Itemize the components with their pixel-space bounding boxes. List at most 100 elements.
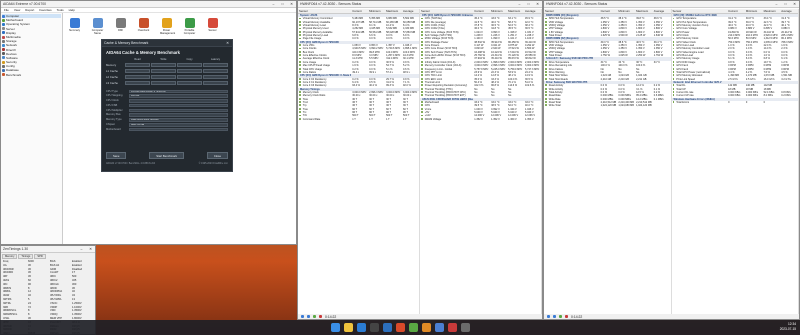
column-header[interactable]: Minimum [745,9,763,13]
column-header[interactable]: Sensor [544,9,600,13]
reset-icon[interactable] [565,315,568,318]
close-icon[interactable]: ✕ [792,2,797,6]
category-tile[interactable]: DMI [114,18,127,35]
sensor-status-icon [421,20,423,23]
category-tile[interactable]: Overclock [137,18,150,35]
category-icon [207,18,218,28]
minimize-icon[interactable]: – [79,247,84,251]
column-header[interactable]: Minimum [368,9,385,13]
close-icon[interactable]: ✕ [289,2,294,6]
sensor-value: 1.625 W [600,34,610,38]
column-header[interactable]: Minimum [490,9,507,13]
tab-spd[interactable]: SPD [34,254,46,259]
sensor-status-icon [545,40,547,43]
sensor-row[interactable]: Total Errors 0 0 0 [672,101,799,104]
sensor-value: 57.4 x [386,70,393,74]
sensor-value: 1.500 W [618,34,628,38]
sensor-status-icon [299,77,301,80]
menu-item[interactable]: File [4,8,9,12]
maximize-icon[interactable]: □ [783,2,788,6]
sensor-row[interactable]: DRAM Voltage 1.352 V 1.352 V 1.360 V 1.353 V [420,118,541,121]
category-label: Power Management [160,29,176,35]
sensor-status-icon [421,84,423,87]
close-button[interactable]: Close [206,152,228,159]
column-header[interactable]: Average [780,9,798,13]
taskbar-app-icon[interactable] [343,323,353,332]
menu-item[interactable]: Favorites [39,8,51,12]
sensor-row[interactable]: Command Rate 1 T 1 T 1 T 1 T [298,118,419,121]
tree-item[interactable]: Benchmark [2,73,61,77]
start-benchmark-button[interactable]: Start Benchmark [149,152,185,159]
column-header[interactable]: Sensor [420,9,473,13]
zentimings-titlebar: ZenTimings 1.30 – ✕ [1,246,95,253]
tab-memory[interactable]: Memory [2,254,18,259]
tab-timings[interactable]: Timings [18,254,34,259]
sensor-value: 0.000 KB/s [728,94,741,98]
sensor-row[interactable]: Write Total 1,024,120 MB 1,024,080 MB 1,024… [544,104,671,107]
column-header[interactable]: Sensor [298,9,351,13]
column-header[interactable]: Current [351,9,368,13]
minimize-icon[interactable]: – [271,2,276,6]
taskbar-app-icon[interactable] [460,323,470,332]
save-button[interactable]: Save [106,152,127,159]
menu-item[interactable]: Tools [57,8,64,12]
sensor-status-icon [299,81,301,83]
column-header[interactable]: Sensor [672,9,728,13]
clock-date[interactable]: 2023-07-15 [780,327,796,332]
column-header[interactable]: Current [600,9,618,13]
column-header[interactable]: Maximum [507,9,524,13]
nav-right-icon[interactable] [307,315,310,318]
nav-right-icon[interactable] [553,315,556,318]
category-tile[interactable]: Portable Computer [183,18,196,35]
sensor-value [524,94,541,97]
taskbar-app-icon[interactable] [369,323,379,332]
hwinfo2-rows-right: GPU [#0]: NVIDIA GeForce RTX 4090 GPU Tem… [671,14,799,104]
taskbar-app-icon[interactable] [434,323,444,332]
category-tile[interactable]: Computer Name [91,18,104,35]
column-header[interactable]: Maximum [385,9,402,13]
column-header[interactable]: Current [473,9,490,13]
category-tile[interactable]: Sensor [206,18,219,35]
menu-item[interactable]: View [14,8,20,12]
close-icon[interactable]: ✕ [88,247,93,251]
nav-left-icon[interactable] [301,315,304,318]
sensor-name: Write Total [544,104,600,107]
sensor-value: 93.4 % [352,84,361,88]
category-label: Overclock [137,29,150,32]
taskbar-app-icon[interactable] [395,323,405,332]
taskbar-app-icon[interactable] [356,323,366,332]
column-header[interactable]: Current [727,9,745,13]
sensor-status-icon [545,84,547,87]
sensor-value: 2.5 GT/s [745,77,756,81]
maximize-icon[interactable]: □ [280,2,285,6]
taskbar-app-icon[interactable] [447,323,457,332]
column-header[interactable]: Average [524,9,541,13]
column-header[interactable]: Average [653,9,671,13]
taskbar-app-icon[interactable] [421,323,431,332]
maximize-icon[interactable]: □ [526,2,531,6]
column-header[interactable]: Maximum [635,9,653,13]
tree-node-icon [2,43,5,47]
minimize-icon[interactable]: – [774,2,779,6]
close-icon[interactable]: ✕ [535,2,540,6]
sensor-name-text: DRAM Voltage [424,117,442,121]
close-icon[interactable]: ✕ [225,41,230,45]
settings-icon[interactable] [313,315,316,318]
menu-item[interactable]: Help [69,8,75,12]
category-tile[interactable]: Power Management [160,18,176,35]
taskbar-app-icon[interactable] [382,323,392,332]
column-header[interactable]: Average [402,9,419,13]
category-tile[interactable]: Summary [68,18,81,35]
bench-info-value [129,99,228,103]
sensor-status-icon [545,61,547,63]
settings-icon[interactable] [559,315,562,318]
column-header[interactable]: Maximum [763,9,781,13]
minimize-icon[interactable]: – [517,2,522,6]
column-header[interactable]: Minimum [617,9,635,13]
menu-item[interactable]: Report [25,8,34,12]
start-button-icon[interactable] [330,323,340,332]
taskbar-app-icon[interactable] [408,323,418,332]
nav-left-icon[interactable] [547,315,550,318]
reset-icon[interactable] [319,315,322,318]
sensor-status-icon [421,77,423,80]
